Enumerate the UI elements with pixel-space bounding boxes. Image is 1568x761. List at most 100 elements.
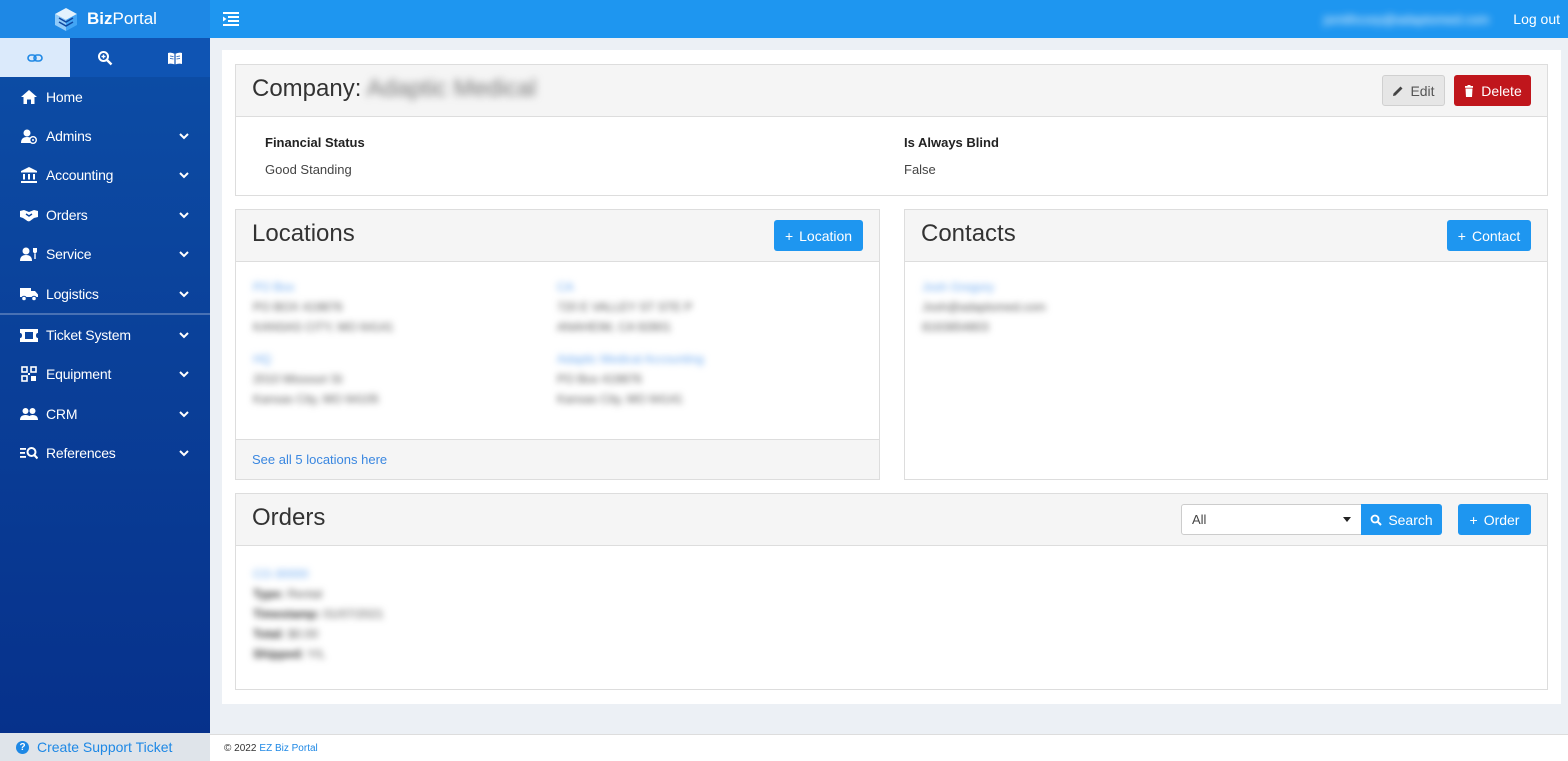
location-line1: 720 E VALLEY ST STE P <box>557 300 693 314</box>
admins-icon <box>20 128 38 145</box>
location-line1: PO BOX 419876 <box>253 300 343 314</box>
sidebar-item-equipment[interactable]: Equipment <box>0 355 210 394</box>
footer: © 2022 EZ Biz Portal <box>210 734 1568 761</box>
chevron-down-icon <box>179 251 189 258</box>
chevron-down-icon <box>179 133 189 140</box>
see-all-locations-link[interactable]: See all 5 locations here <box>236 439 879 479</box>
edit-label: Edit <box>1410 82 1435 99</box>
contact-item: Josh Gregory Josh@adaptomed.com 81638548… <box>922 277 1046 337</box>
plus-icon: + <box>1469 511 1478 528</box>
location-line2: Kansas City, MO 64105 <box>253 392 379 406</box>
contacts-title: Contacts <box>921 220 1016 247</box>
sidebar-item-accounting[interactable]: Accounting <box>0 156 210 195</box>
add-contact-button[interactable]: + Contact <box>1447 220 1531 251</box>
search-icon <box>1370 514 1383 526</box>
location-item: CA 720 E VALLEY ST STE P ANAHEIM, CA 928… <box>557 277 692 337</box>
sidebar-item-logistics[interactable]: Logistics <box>0 274 210 313</box>
create-support-ticket-link[interactable]: ? Create Support Ticket <box>0 733 210 761</box>
sidebar-menu: Home Admins Accounting Orders Service Lo… <box>0 77 210 473</box>
service-icon <box>20 246 38 262</box>
company-name: Adaptic Medical <box>366 75 537 102</box>
location-name-link[interactable]: Adaptic Medical Accounting <box>557 349 704 369</box>
chevron-down-icon <box>179 371 189 378</box>
chevron-down-icon <box>179 450 189 457</box>
chevron-down-icon <box>179 172 189 179</box>
delete-label: Delete <box>1481 82 1522 99</box>
sidebar-item-label: Accounting <box>46 167 114 184</box>
order-type: Type: Rental <box>253 587 323 601</box>
add-order-button[interactable]: + Order <box>1458 504 1531 535</box>
location-name-link[interactable]: CA <box>557 277 692 297</box>
home-icon <box>20 89 38 105</box>
people-icon <box>20 406 38 422</box>
company-panel: Company: Adaptic Medical Edit Delete Fin… <box>235 64 1548 196</box>
sidebar-item-home[interactable]: Home <box>0 77 210 116</box>
add-location-label: Location <box>799 227 853 244</box>
sidebar-item-ticket-system[interactable]: Ticket System <box>0 315 210 354</box>
sidebar-item-label: Service <box>46 246 92 263</box>
location-name-link[interactable]: HQ <box>253 349 379 369</box>
pencil-icon <box>1393 86 1403 96</box>
bank-icon <box>20 167 38 184</box>
tab-docs[interactable] <box>140 38 210 77</box>
sidebar-item-crm[interactable]: CRM <box>0 394 210 433</box>
order-id-link[interactable]: CO-30000 <box>253 564 384 584</box>
footer-link[interactable]: EZ Biz Portal <box>259 743 317 754</box>
location-item: PO Box PO BOX 419876 KANSAS CITY, MO 641… <box>253 277 394 337</box>
financial-status-label: Financial Status <box>265 135 365 150</box>
brand-name: BizPortal <box>87 9 157 28</box>
plus-icon: + <box>784 227 794 244</box>
equipment-icon <box>20 366 38 383</box>
location-line2: Kansas City, MO 64141 <box>557 392 683 406</box>
edit-button[interactable]: Edit <box>1382 75 1445 106</box>
sidebar-item-admins[interactable]: Admins <box>0 116 210 155</box>
sidebar-item-label: Admins <box>46 128 92 145</box>
sidebar-item-label: Ticket System <box>46 327 131 344</box>
logout-link[interactable]: Log out <box>1513 11 1560 27</box>
sidebar-item-label: Equipment <box>46 366 112 383</box>
order-timestamp: Timestamp: 01/07/2021 <box>253 607 384 621</box>
list-search-icon <box>20 445 38 461</box>
locations-title: Locations <box>252 220 355 247</box>
link-icon <box>27 53 43 62</box>
location-name-link[interactable]: PO Box <box>253 277 394 297</box>
location-item: HQ 2010 Missouri St Kansas City, MO 6410… <box>253 349 379 409</box>
location-line2: KANSAS CITY, MO 64141 <box>253 320 394 334</box>
truck-icon <box>20 286 38 302</box>
sidebar-toggle-icon[interactable] <box>222 10 240 28</box>
order-shipped: Shipped: Y/L <box>253 647 326 661</box>
contacts-panel-header: Contacts + Contact <box>905 210 1547 262</box>
trash-icon <box>1465 84 1474 97</box>
company-title-prefix: Company: <box>252 75 362 102</box>
contact-phone: 8163854803 <box>922 320 989 334</box>
brand[interactable]: BizPortal <box>0 0 210 38</box>
order-filter-select[interactable]: All <box>1181 504 1362 535</box>
tab-search[interactable] <box>70 38 140 77</box>
search-orders-button[interactable]: Search <box>1361 504 1442 535</box>
contact-email: Josh@adaptomed.com <box>922 300 1046 314</box>
chevron-down-icon <box>179 212 189 219</box>
question-icon: ? <box>16 740 29 754</box>
sidebar-item-service[interactable]: Service <box>0 235 210 274</box>
add-location-button[interactable]: + Location <box>774 220 863 251</box>
sidebar-item-orders[interactable]: Orders <box>0 195 210 234</box>
user-email: jsmithcorp@adaptomed.com <box>1323 11 1490 27</box>
chevron-down-icon <box>179 411 189 418</box>
sidebar: BizPortal Home Admins Accounting Orders … <box>0 0 210 761</box>
location-line1: 2010 Missouri St <box>253 372 343 386</box>
locations-panel-header: Locations + Location <box>236 210 879 262</box>
handshake-icon <box>20 207 38 223</box>
locations-panel: Locations + Location PO Box PO BOX 41987… <box>235 209 880 480</box>
delete-button[interactable]: Delete <box>1454 75 1531 106</box>
sidebar-tabs <box>0 38 210 77</box>
tab-links[interactable] <box>0 38 70 77</box>
book-icon <box>168 52 182 64</box>
sidebar-item-references[interactable]: References <box>0 434 210 473</box>
sidebar-item-label: References <box>46 445 116 462</box>
search-label: Search <box>1388 511 1433 528</box>
contact-name-link[interactable]: Josh Gregory <box>922 277 1046 297</box>
location-item: Adaptic Medical Accounting PO Box 419876… <box>557 349 704 409</box>
caret-down-icon <box>1343 517 1351 522</box>
always-blind-value: False <box>904 162 936 177</box>
order-total: Total: $0.00 <box>253 627 319 641</box>
